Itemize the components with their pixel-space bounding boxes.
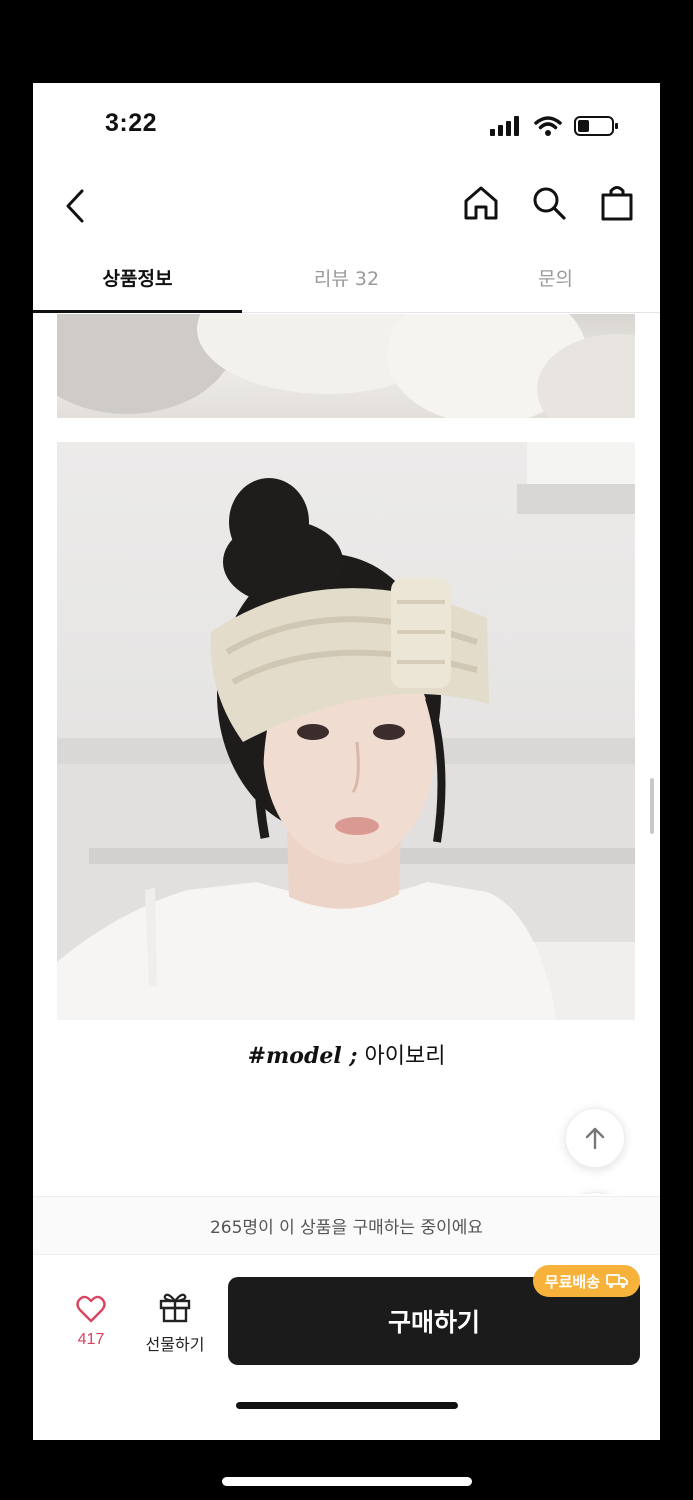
model-photo	[57, 442, 635, 1020]
model-caption-tag: #model ;	[247, 1043, 358, 1069]
shopping-bag-icon	[601, 186, 633, 221]
tab-reviews[interactable]: 리뷰 32	[242, 243, 451, 312]
home-button[interactable]	[462, 181, 500, 225]
status-icons	[490, 115, 620, 137]
app-screen: 3:22 상품정보 리뷰 32 문의 #model ; 아이보리 265명이 이…	[33, 83, 660, 1440]
nav-actions	[462, 181, 636, 225]
cart-button[interactable]	[598, 181, 636, 225]
wish-count: 417	[77, 1331, 105, 1348]
gift-icon	[159, 1293, 191, 1323]
buy-button[interactable]: 구매하기 무료배송	[228, 1265, 640, 1365]
home-icon	[464, 186, 498, 220]
nav-bar	[33, 171, 660, 243]
wifi-icon	[534, 116, 562, 136]
model-caption: #model ; 아이보리	[33, 1038, 660, 1070]
purchase-notice: 265명이 이 상품을 구매하는 중이에요	[33, 1196, 660, 1254]
chevron-left-icon	[66, 189, 84, 223]
scroll-to-bottom-button[interactable]	[565, 1192, 625, 1194]
model-photo-illustration	[57, 442, 635, 1020]
search-icon	[533, 187, 566, 220]
status-bar: 3:22	[33, 83, 660, 171]
delivery-truck-icon	[606, 1274, 628, 1288]
tab-product-info[interactable]: 상품정보	[33, 243, 242, 313]
search-button[interactable]	[530, 181, 568, 225]
back-button[interactable]	[55, 181, 95, 231]
outer-home-indicator	[222, 1477, 472, 1486]
product-detail-content: #model ; 아이보리	[33, 314, 660, 1194]
tab-inquiry[interactable]: 문의	[451, 243, 660, 312]
arrow-up-icon	[585, 1127, 605, 1150]
status-time: 3:22	[105, 109, 158, 137]
battery-icon	[574, 116, 618, 136]
free-shipping-badge: 무료배송	[532, 1265, 640, 1297]
home-indicator	[236, 1402, 458, 1409]
scroll-to-top-button[interactable]	[565, 1108, 625, 1168]
scrollbar[interactable]	[650, 778, 654, 834]
free-shipping-label: 무료배송	[544, 1272, 600, 1291]
buy-button-label: 구매하기	[387, 1308, 480, 1337]
cellular-signal-icon	[490, 116, 519, 136]
gift-button[interactable]: 선물하기	[137, 1291, 213, 1355]
bottom-action-bar: 417 선물하기 구매하기 무료배송	[33, 1254, 660, 1440]
wish-button[interactable]: 417	[61, 1295, 121, 1355]
tab-bar: 상품정보 리뷰 32 문의	[33, 243, 660, 313]
product-photo-top	[57, 314, 635, 418]
gift-label: 선물하기	[145, 1335, 205, 1354]
model-caption-color: 아이보리	[364, 1044, 446, 1069]
heart-icon	[76, 1295, 106, 1323]
